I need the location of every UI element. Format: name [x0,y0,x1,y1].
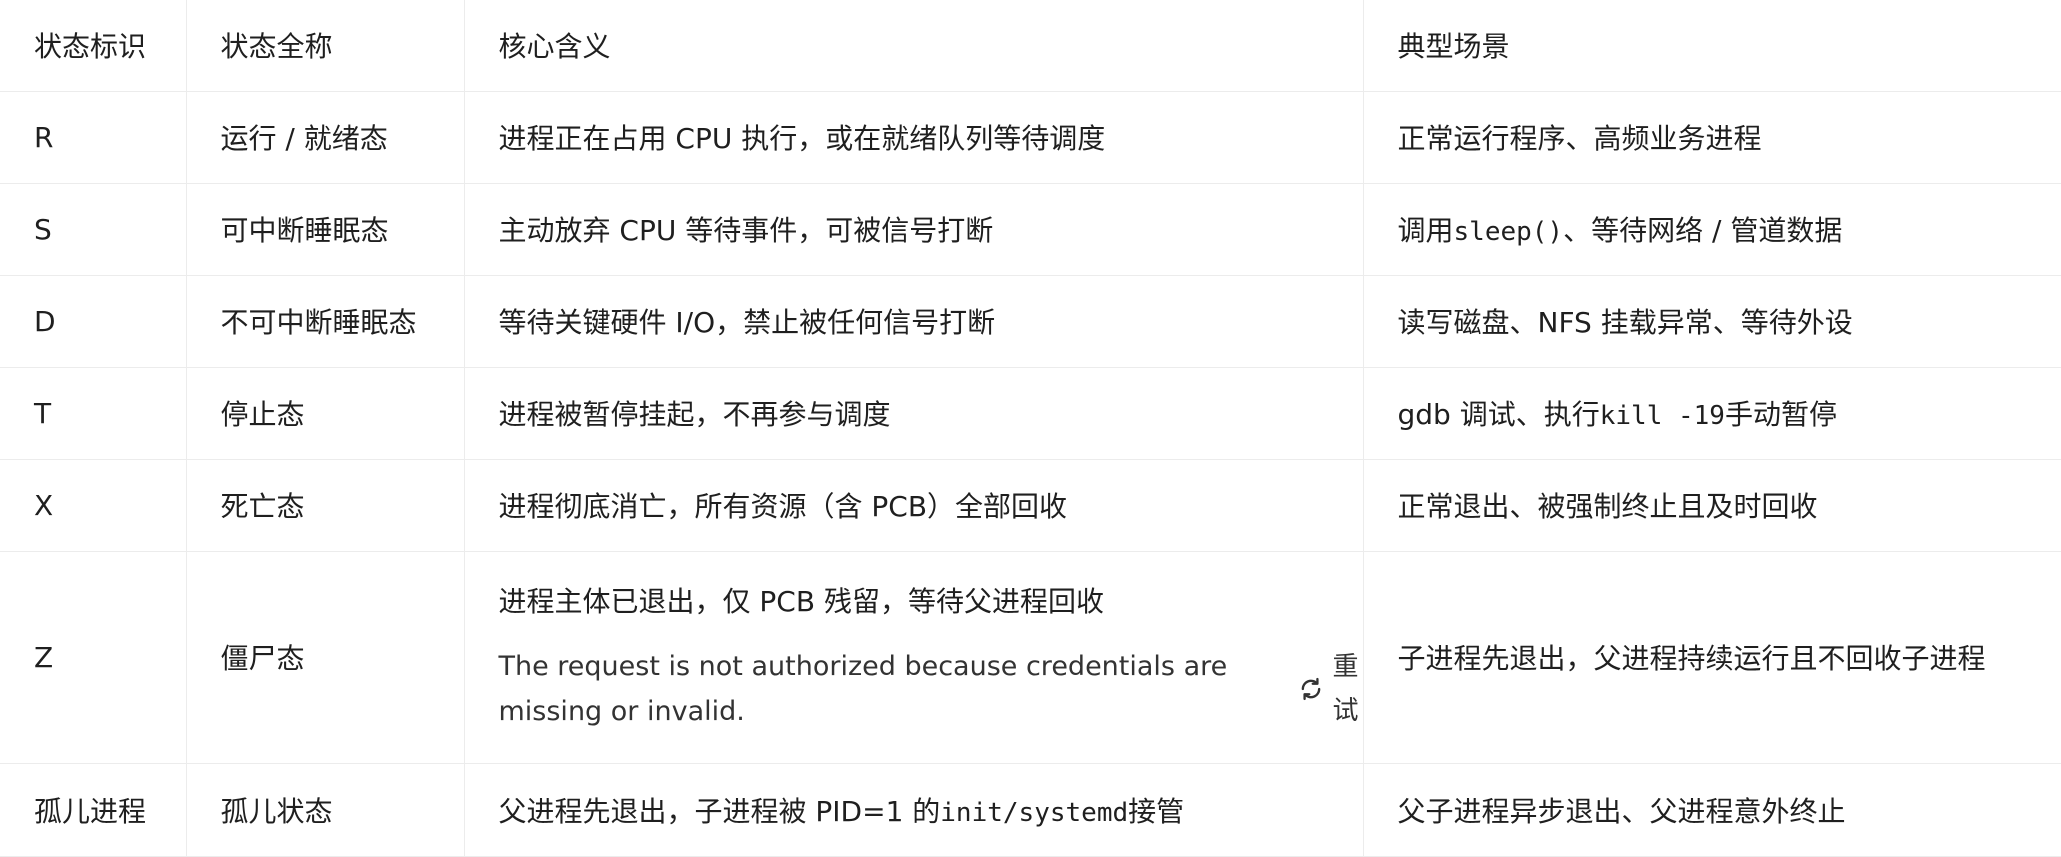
table-row: X 死亡态 进程彻底消亡，所有资源（含 PCB）全部回收 正常退出、被强制终止且… [0,459,2061,552]
state-name-cell: 不可中断睡眠态 [186,275,465,368]
scene-text: 、等待网络 / 管道数据 [1563,214,1843,247]
error-message-block: The request is not authorized because cr… [499,644,1363,734]
scene-cell: 正常退出、被强制终止且及时回收 [1363,459,2061,552]
state-name-cell: 僵尸态 [186,551,465,764]
state-id-cell: 孤儿进程 [0,763,187,857]
state-name-cell: 孤儿状态 [186,763,465,857]
state-id-cell: D [0,275,187,368]
state-id-cell: X [0,459,187,552]
state-id-cell: R [0,91,187,184]
state-id-cell: T [0,367,187,460]
state-name-cell: 可中断睡眠态 [186,183,465,276]
state-name-cell: 死亡态 [186,459,465,552]
inline-code: init/systemd [940,797,1129,828]
meaning-cell: 进程正在占用 CPU 执行，或在就绪队列等待调度 [464,91,1364,184]
refresh-icon [1301,677,1320,701]
state-name-cell: 停止态 [186,367,465,460]
table-row: R 运行 / 就绪态 进程正在占用 CPU 执行，或在就绪队列等待调度 正常运行… [0,91,2061,184]
header-state-name: 状态全称 [186,0,465,92]
scene-cell: 正常运行程序、高频业务进程 [1363,91,2061,184]
table-row: 孤儿进程 孤儿状态 父进程先退出，子进程被 PID=1 的init/system… [0,763,2061,857]
inline-code: sleep() [1453,217,1564,247]
inline-code: kill -19 [1599,401,1725,431]
meaning-text: 接管 [1128,794,1185,828]
meaning-text: 父进程先退出，子进程被 PID=1 的 [498,794,941,828]
scene-text: 调用 [1397,214,1454,247]
retry-label: 重试 [1332,652,1359,726]
state-id-cell: S [0,183,187,276]
table-row: Z 僵尸态 进程主体已退出，仅 PCB 残留，等待父进程回收 The reque… [0,551,2061,764]
header-state-id: 状态标识 [0,0,187,92]
meaning-cell: 进程主体已退出，仅 PCB 残留，等待父进程回收 The request is … [464,551,1364,764]
meaning-cell: 父进程先退出，子进程被 PID=1 的init/systemd接管 [464,763,1364,857]
table-row: T 停止态 进程被暂停挂起，不再参与调度 gdb 调试、执行kill -19手动… [0,367,2061,460]
process-state-table: 状态标识 状态全称 核心含义 典型场景 R 运行 / 就绪态 进程正在占用 CP… [0,0,2061,857]
scene-cell: gdb 调试、执行kill -19手动暂停 [1363,367,2061,460]
scene-text: 手动暂停 [1724,398,1837,431]
meaning-cell: 进程被暂停挂起，不再参与调度 [464,367,1364,460]
meaning-text: 进程主体已退出，仅 PCB 残留，等待父进程回收 [498,585,1104,618]
meaning-cell: 主动放弃 CPU 等待事件，可被信号打断 [464,183,1364,276]
table-header-row: 状态标识 状态全称 核心含义 典型场景 [0,0,2061,92]
header-core-meaning: 核心含义 [464,0,1364,92]
state-name-cell: 运行 / 就绪态 [186,91,465,184]
scene-text: gdb 调试、执行 [1397,398,1600,431]
table-row: D 不可中断睡眠态 等待关键硬件 I/O，禁止被任何信号打断 读写磁盘、NFS … [0,275,2061,368]
scene-cell: 父子进程异步退出、父进程意外终止 [1363,763,2061,857]
meaning-cell: 等待关键硬件 I/O，禁止被任何信号打断 [464,275,1364,368]
meaning-cell: 进程彻底消亡，所有资源（含 PCB）全部回收 [464,459,1364,552]
table-row: S 可中断睡眠态 主动放弃 CPU 等待事件，可被信号打断 调用sleep()、… [0,183,2061,276]
scene-cell: 子进程先退出，父进程持续运行且不回收子进程 [1363,551,2061,764]
retry-button[interactable]: 重试 [1297,645,1363,733]
error-message: The request is not authorized because cr… [498,651,1228,727]
scene-cell: 读写磁盘、NFS 挂载异常、等待外设 [1363,275,2061,368]
scene-cell: 调用sleep()、等待网络 / 管道数据 [1363,183,2061,276]
state-id-cell: Z [0,551,187,764]
header-typical-scene: 典型场景 [1363,0,2061,92]
